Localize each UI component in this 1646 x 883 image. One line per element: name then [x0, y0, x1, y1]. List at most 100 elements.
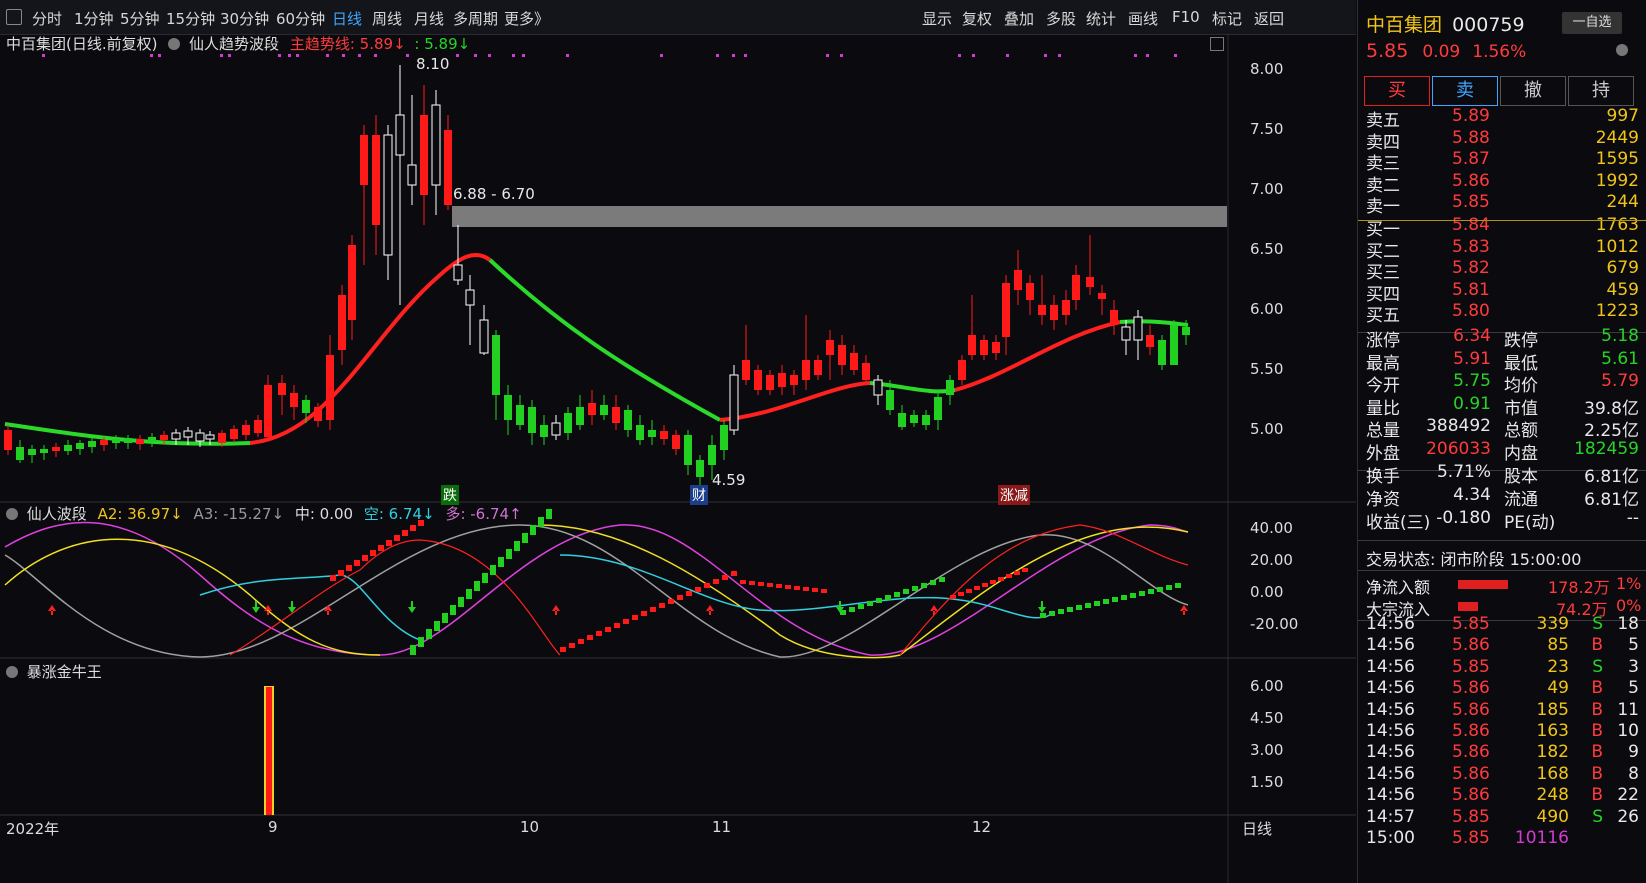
watchlist-button[interactable]: 一自选 — [1562, 12, 1622, 34]
osc-toggle-icon[interactable] — [6, 508, 18, 520]
toolbar-action-2[interactable]: 叠加 — [1004, 8, 1034, 29]
signal-dot — [732, 54, 735, 57]
tick-price: 5.85 — [1452, 806, 1490, 827]
osc-bar — [1049, 611, 1055, 616]
osc-bar — [1058, 609, 1064, 614]
kline-chart[interactable] — [0, 35, 1356, 883]
stat-label: 外盘 — [1366, 443, 1400, 464]
candle-body — [395, 114, 405, 156]
osc-bar — [614, 623, 620, 628]
candle-body — [648, 430, 656, 437]
sell-button[interactable]: 卖 — [1432, 76, 1498, 106]
osc-bar — [632, 615, 638, 620]
x-period-label[interactable]: 日线 — [1242, 818, 1272, 839]
stat-label: 股本 — [1504, 467, 1538, 487]
signal-dot — [220, 54, 223, 57]
vol-toggle-icon[interactable] — [6, 666, 18, 678]
cancel-button[interactable]: 撤 — [1500, 76, 1566, 106]
tick-row-0: 14:56 5.85 339 S 18 — [1366, 614, 1639, 636]
candle-body — [1050, 305, 1058, 320]
period-tab-9[interactable]: 多周期 — [453, 8, 498, 29]
period-tab-4[interactable]: 30分钟 — [220, 8, 269, 29]
osc-bar — [354, 560, 360, 566]
osc-cyan-line-1 — [199, 574, 421, 641]
arrow-up-icon — [1180, 605, 1188, 615]
period-tab-6[interactable]: 日线 — [332, 8, 362, 29]
stat-label: 最低 — [1504, 353, 1538, 374]
osc-bar — [858, 604, 864, 609]
period-tab-0[interactable]: 分时 — [32, 8, 62, 29]
period-tab-2[interactable]: 5分钟 — [120, 8, 160, 29]
toolbar-action-6[interactable]: F10 — [1172, 8, 1200, 26]
period-tab-3[interactable]: 15分钟 — [166, 8, 215, 29]
period-tab-7[interactable]: 周线 — [372, 8, 402, 29]
osc-bar — [587, 635, 593, 640]
arrow-up-icon — [48, 605, 56, 615]
candle-body — [886, 390, 894, 410]
toolbar-action-0[interactable]: 显示 — [922, 8, 952, 29]
period-tab-1[interactable]: 1分钟 — [74, 8, 114, 29]
signal-dot — [374, 54, 377, 57]
y-tick: 8.00 — [1250, 60, 1284, 78]
osc-bar — [1139, 591, 1145, 596]
signal-dot — [716, 54, 719, 57]
tick-count: 5 — [1628, 635, 1639, 656]
stat2-row-0: 换手 5.71% 股本 6.81亿 — [1366, 462, 1639, 487]
tick-count: 8 — [1628, 763, 1639, 784]
period-tab-10[interactable]: 更多》 — [504, 8, 549, 29]
osc-bar — [982, 583, 988, 587]
book-price: 5.89 — [1452, 106, 1490, 126]
osc-bar — [450, 605, 456, 615]
stat-value: 5.91 — [1453, 348, 1491, 369]
hold-button[interactable]: 持 — [1568, 76, 1634, 106]
tick-time: 14:56 — [1366, 635, 1415, 656]
tick-row-5: 14:56 5.86 163 B 10 — [1366, 721, 1639, 743]
toolbar-action-7[interactable]: 标记 — [1212, 8, 1242, 29]
bigflow-bar — [1458, 602, 1478, 611]
toolbar-action-8[interactable]: 返回 — [1254, 8, 1284, 29]
y-tick: 6.00 — [1250, 300, 1284, 318]
toolbar-action-1[interactable]: 复权 — [962, 8, 992, 29]
book-volume: 1992 — [1595, 170, 1639, 191]
candle-body — [492, 335, 500, 395]
buy-button[interactable]: 买 — [1364, 76, 1430, 106]
chart-area[interactable]: 中百集团(日线.前复权) 仙人趋势波段 主趋势线: 5.89↓ : 5.89↓ — [0, 35, 1356, 883]
tick-row-1: 14:56 5.86 85 B 5 — [1366, 635, 1639, 657]
stat-value: 5.71% — [1436, 462, 1491, 482]
period-tab-5[interactable]: 60分钟 — [276, 8, 325, 29]
osc-bar — [498, 557, 504, 567]
osc-bar — [1112, 597, 1118, 602]
ask-row-3: 卖二 5.86 1992 — [1366, 170, 1639, 196]
toolbar-action-4[interactable]: 统计 — [1086, 8, 1116, 29]
osc-bar — [695, 587, 701, 592]
candle-body — [100, 440, 108, 445]
osc-bar — [776, 584, 782, 588]
candle-body — [302, 400, 310, 413]
tick-side: B — [1591, 635, 1603, 656]
book-label: 买五 — [1366, 306, 1400, 326]
tick-time: 14:56 — [1366, 614, 1415, 634]
y-tick: 3.00 — [1250, 741, 1284, 759]
osc-bars — [48, 509, 1188, 655]
signal-dot — [1146, 54, 1149, 57]
osc-bar — [1085, 603, 1091, 608]
oscillator-lines — [4, 521, 1189, 659]
signal-dot — [958, 54, 961, 57]
y-tick: 20.00 — [1250, 551, 1293, 569]
osc-bar — [1022, 568, 1028, 572]
signal-dot — [296, 54, 299, 57]
tick-side: S — [1592, 614, 1603, 634]
osc-red-line-2 — [899, 524, 1189, 656]
tick-time: 14:56 — [1366, 785, 1415, 806]
toolbar-action-3[interactable]: 多股 — [1046, 8, 1076, 29]
osc-bar — [939, 577, 945, 582]
toolbar-action-5[interactable]: 画线 — [1128, 8, 1158, 29]
panel-toggle-icon[interactable] — [6, 9, 22, 25]
candle-body — [660, 431, 668, 439]
tick-row-9: 14:57 5.85 490 S 26 — [1366, 807, 1639, 829]
osc-bar — [785, 585, 791, 589]
bell-icon[interactable] — [1616, 44, 1628, 56]
tick-time: 14:57 — [1366, 806, 1415, 827]
period-tab-8[interactable]: 月线 — [414, 8, 444, 29]
candle-body — [278, 383, 286, 395]
